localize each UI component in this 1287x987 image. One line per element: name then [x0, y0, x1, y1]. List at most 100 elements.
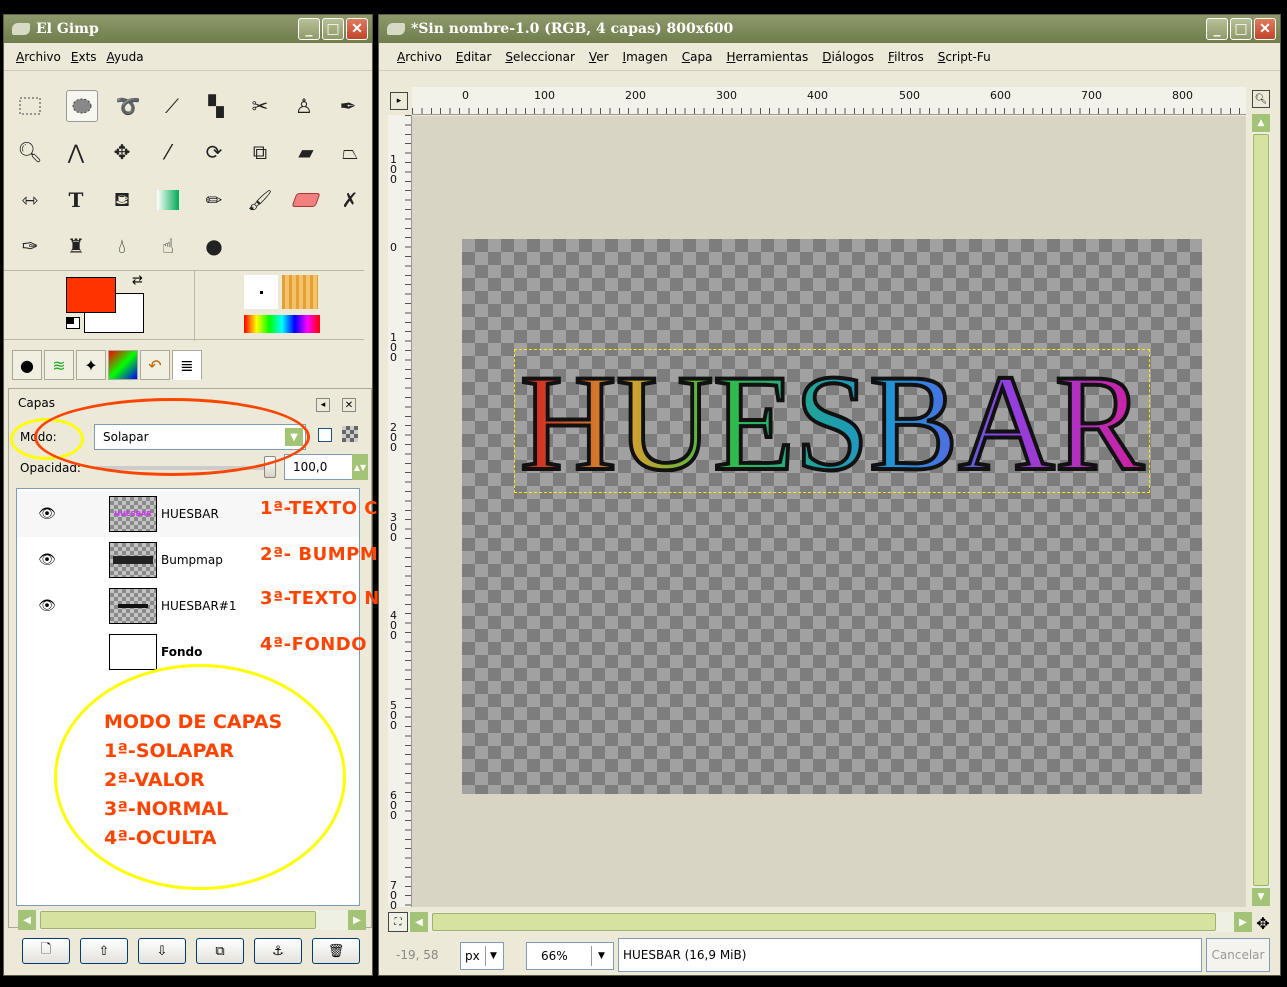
- foreground-select-icon[interactable]: ♙: [288, 90, 320, 122]
- default-colors-icon[interactable]: [66, 317, 80, 329]
- zoom-corner-icon[interactable]: 🔍︎: [1252, 90, 1270, 108]
- close-button[interactable]: ✕: [1254, 18, 1276, 40]
- image-canvas[interactable]: [462, 239, 1202, 794]
- layer-list-scrollbar[interactable]: ◀ ▶: [18, 910, 366, 930]
- horizontal-ruler[interactable]: 0 100 200 300 400 500 600 700 800: [412, 87, 1246, 115]
- shear-icon[interactable]: ▰: [290, 136, 322, 168]
- blur-icon[interactable]: 💧︎: [106, 230, 138, 262]
- close-button[interactable]: ✕: [346, 18, 368, 40]
- anchor-layer-button[interactable]: ⚓︎: [254, 938, 302, 964]
- dodge-burn-icon[interactable]: ●: [198, 230, 230, 262]
- paintbrush-icon[interactable]: 🖌︎: [244, 184, 276, 216]
- brush-preview[interactable]: [244, 275, 278, 309]
- tab-paths-icon[interactable]: ✦: [76, 350, 106, 380]
- scroll-left-icon[interactable]: ◀: [410, 912, 428, 932]
- scroll-left-icon[interactable]: ◀: [18, 910, 36, 930]
- measure-icon[interactable]: ⋀: [60, 136, 92, 168]
- menu-dialogos[interactable]: Diálogos: [822, 48, 874, 66]
- quick-mask-corner-icon[interactable]: ▸: [390, 92, 408, 110]
- duplicate-layer-button[interactable]: ⧉: [196, 938, 244, 964]
- zoom-icon[interactable]: 🔍︎: [14, 136, 46, 168]
- opacity-spin[interactable]: ▲▼: [352, 454, 368, 480]
- raise-layer-button[interactable]: ⇧: [80, 938, 128, 964]
- layer-name[interactable]: Fondo: [161, 645, 202, 659]
- menu-exts[interactable]: Exts: [71, 48, 97, 66]
- gradient-preview[interactable]: [244, 315, 320, 333]
- vertical-scrollbar[interactable]: ▲ ▼: [1252, 114, 1270, 906]
- scroll-right-icon[interactable]: ▶: [348, 910, 366, 930]
- scroll-down-icon[interactable]: ▼: [1252, 888, 1270, 906]
- panel-close-icon[interactable]: ✕: [342, 398, 356, 412]
- scroll-thumb[interactable]: [432, 913, 1216, 931]
- crop-icon[interactable]: ⁄: [152, 136, 184, 168]
- unit-select[interactable]: px ▼: [460, 942, 504, 970]
- pattern-preview[interactable]: [282, 275, 318, 309]
- tab-layers[interactable]: ≣: [172, 350, 202, 380]
- horizontal-scrollbar[interactable]: ⛶ ◀ ▶: [388, 912, 1252, 932]
- maximize-button[interactable]: □: [322, 18, 344, 40]
- layer-name[interactable]: HUESBAR: [161, 507, 219, 521]
- tab-layers-icon[interactable]: ≋: [44, 350, 74, 380]
- layer-name[interactable]: Bumpmap: [161, 553, 223, 567]
- move-icon[interactable]: ✥: [1254, 914, 1272, 933]
- menu-filtros[interactable]: Filtros: [888, 48, 924, 66]
- eye-icon[interactable]: 👁︎: [17, 552, 77, 568]
- scroll-up-icon[interactable]: ▲: [1252, 114, 1270, 132]
- eye-icon[interactable]: 👁︎: [17, 506, 77, 522]
- menu-ayuda[interactable]: Ayuda: [107, 48, 144, 66]
- tab-undo-icon[interactable]: ↶: [140, 350, 170, 380]
- preserve-transparency-checkbox[interactable]: [318, 428, 332, 442]
- cancel-button[interactable]: Cancelar: [1206, 938, 1270, 972]
- scroll-thumb[interactable]: [40, 911, 316, 929]
- panel-menu-icon[interactable]: ◂: [316, 398, 330, 412]
- navigate-icon[interactable]: ⛶: [388, 912, 408, 932]
- eye-icon[interactable]: 👁︎: [17, 598, 77, 614]
- menu-archivo[interactable]: Archivo: [397, 48, 442, 66]
- move-icon[interactable]: ✥: [106, 136, 138, 168]
- menu-herramientas[interactable]: Herramientas: [726, 48, 808, 66]
- toolbox-titlebar[interactable]: El Gimp _ □ ✕: [4, 15, 372, 43]
- menu-editar[interactable]: Editar: [456, 48, 492, 66]
- menu-capa[interactable]: Capa: [682, 48, 713, 66]
- swap-colors-icon[interactable]: ⇄: [132, 273, 143, 288]
- magic-wand-icon[interactable]: ⟋: [156, 90, 188, 122]
- maximize-button[interactable]: □: [1230, 18, 1252, 40]
- perspective-icon[interactable]: ⏢: [334, 136, 366, 168]
- image-titlebar[interactable]: *Sin nombre-1.0 (RGB, 4 capas) 800x600 _…: [379, 15, 1280, 43]
- vertical-ruler[interactable]: 100 0 100 200 300 400 500 600 700: [388, 115, 412, 911]
- ellipse-select-icon[interactable]: [66, 90, 98, 122]
- airbrush-icon[interactable]: ✗: [334, 184, 366, 216]
- text-icon[interactable]: T: [60, 184, 92, 216]
- menu-seleccionar[interactable]: Seleccionar: [505, 48, 575, 66]
- blend-icon[interactable]: [152, 184, 184, 216]
- select-by-color-icon[interactable]: ▚: [200, 90, 232, 122]
- scissors-icon[interactable]: ✂: [244, 90, 276, 122]
- pencil-icon[interactable]: ✏: [198, 184, 230, 216]
- menu-imagen[interactable]: Imagen: [623, 48, 668, 66]
- menu-ver[interactable]: Ver: [589, 48, 609, 66]
- bucket-fill-icon[interactable]: ⛾: [106, 184, 138, 216]
- lower-layer-button[interactable]: ⇩: [138, 938, 186, 964]
- smudge-icon[interactable]: ☝: [152, 230, 184, 262]
- scale-icon[interactable]: ⧉: [244, 136, 276, 168]
- menu-script-fu[interactable]: Script-Fu: [938, 48, 991, 66]
- layer-name[interactable]: HUESBAR#1: [161, 599, 236, 613]
- tab-tool-options[interactable]: ●: [12, 350, 42, 380]
- rect-select-icon[interactable]: [14, 90, 46, 122]
- opacity-field[interactable]: 100,0: [284, 454, 354, 480]
- delete-layer-button[interactable]: 🗑︎: [312, 938, 360, 964]
- menu-archivo[interactable]: Archivo: [16, 48, 61, 66]
- rotate-icon[interactable]: ⟳: [198, 136, 230, 168]
- ink-icon[interactable]: ✑: [14, 230, 46, 262]
- paths-icon[interactable]: ✒: [332, 90, 364, 122]
- lasso-icon[interactable]: ➰: [112, 90, 144, 122]
- flip-icon[interactable]: ⇿: [14, 184, 46, 216]
- clone-icon[interactable]: ♜: [60, 230, 92, 262]
- foreground-color-swatch[interactable]: [66, 277, 116, 313]
- scroll-thumb[interactable]: [1253, 134, 1269, 886]
- new-layer-button[interactable]: 🗋︎: [22, 938, 70, 964]
- tab-colormap-icon[interactable]: [108, 350, 138, 380]
- minimize-button[interactable]: _: [298, 18, 320, 40]
- zoom-select[interactable]: 66% ▼: [526, 942, 614, 970]
- minimize-button[interactable]: _: [1206, 18, 1228, 40]
